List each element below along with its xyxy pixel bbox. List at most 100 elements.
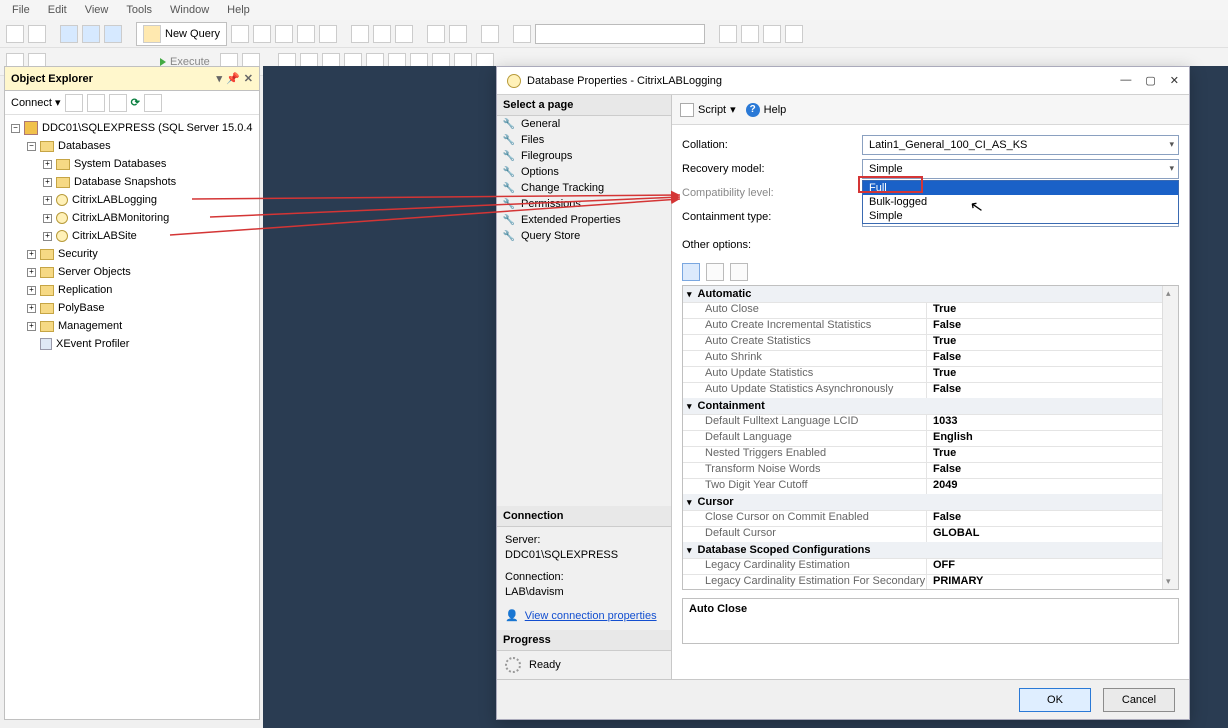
- activity-icon[interactable]: [481, 25, 499, 43]
- chevron-down-icon[interactable]: ▾: [687, 497, 692, 508]
- new-query-button[interactable]: New Query: [136, 22, 227, 46]
- expand-icon[interactable]: +: [27, 268, 36, 277]
- property-grid[interactable]: ▾Automatic Auto CloseTrue Auto Create In…: [682, 285, 1179, 590]
- prop-value[interactable]: False: [926, 463, 1162, 478]
- polybase-node[interactable]: PolyBase: [58, 302, 104, 314]
- server-node[interactable]: DDC01\SQLEXPRESS (SQL Server 15.0.4: [42, 122, 253, 134]
- filter-icon[interactable]: [109, 94, 127, 112]
- page-options[interactable]: 🔧Options: [497, 164, 671, 180]
- paste-icon[interactable]: [395, 25, 413, 43]
- win-icon[interactable]: [785, 25, 803, 43]
- prop-value[interactable]: False: [926, 319, 1162, 334]
- activity2-icon[interactable]: [144, 94, 162, 112]
- xevent-node[interactable]: XEvent Profiler: [56, 338, 129, 350]
- nav-fwd-icon[interactable]: [28, 25, 46, 43]
- prop-pages-icon[interactable]: [730, 263, 748, 281]
- mdx-icon[interactable]: [253, 25, 271, 43]
- expand-icon[interactable]: +: [27, 322, 36, 331]
- expand-icon[interactable]: +: [43, 214, 52, 223]
- expand-icon[interactable]: +: [43, 196, 52, 205]
- prop-value[interactable]: 1033: [926, 415, 1162, 430]
- prop-value[interactable]: English: [926, 431, 1162, 446]
- page-permissions[interactable]: 🔧Permissions: [497, 196, 671, 212]
- prop-value[interactable]: True: [926, 335, 1162, 350]
- open-icon[interactable]: [60, 25, 78, 43]
- serverobjects-node[interactable]: Server Objects: [58, 266, 131, 278]
- prop-value[interactable]: PRIMARY: [926, 575, 1162, 590]
- prop-value[interactable]: True: [926, 447, 1162, 462]
- page-filegroups[interactable]: 🔧Filegroups: [497, 148, 671, 164]
- db-citrixlabmonitoring[interactable]: CitrixLABMonitoring: [72, 212, 169, 224]
- case-icon[interactable]: [763, 25, 781, 43]
- recovery-option-bulklogged[interactable]: Bulk-logged: [863, 195, 1178, 209]
- cut-icon[interactable]: [351, 25, 369, 43]
- disconnect-icon[interactable]: [65, 94, 83, 112]
- snapshots-node[interactable]: Database Snapshots: [74, 176, 176, 188]
- menu-bar[interactable]: File Edit View Tools Window Help: [0, 0, 1228, 20]
- alphabetical-icon[interactable]: [706, 263, 724, 281]
- prop-value[interactable]: False: [926, 511, 1162, 526]
- expand-icon[interactable]: +: [27, 250, 36, 259]
- chevron-down-icon[interactable]: ▾: [687, 545, 692, 556]
- menu-window[interactable]: Window: [162, 2, 217, 18]
- nav-back-icon[interactable]: [6, 25, 24, 43]
- replication-node[interactable]: Replication: [58, 284, 112, 296]
- redo-icon[interactable]: [449, 25, 467, 43]
- menu-file[interactable]: File: [4, 2, 38, 18]
- close-button[interactable]: ✕: [1170, 74, 1179, 87]
- security-node[interactable]: Security: [58, 248, 98, 260]
- stop-connect-icon[interactable]: [87, 94, 105, 112]
- wrench-icon[interactable]: [741, 25, 759, 43]
- chevron-down-icon[interactable]: ▾: [687, 289, 692, 300]
- prop-value[interactable]: True: [926, 303, 1162, 318]
- collapse-icon[interactable]: −: [11, 124, 20, 133]
- xml-icon[interactable]: [231, 25, 249, 43]
- expand-icon[interactable]: +: [43, 232, 52, 241]
- minimize-button[interactable]: —: [1120, 74, 1131, 87]
- saveall-icon[interactable]: [104, 25, 122, 43]
- register-icon[interactable]: [719, 25, 737, 43]
- prop-value[interactable]: False: [926, 351, 1162, 366]
- ok-button[interactable]: OK: [1019, 688, 1091, 712]
- database-combo[interactable]: [535, 24, 705, 44]
- db-citrixlablogging[interactable]: CitrixLABLogging: [72, 194, 157, 206]
- expand-icon[interactable]: +: [27, 286, 36, 295]
- menu-help[interactable]: Help: [219, 2, 258, 18]
- xmla-icon[interactable]: [297, 25, 315, 43]
- page-change-tracking[interactable]: 🔧Change Tracking: [497, 180, 671, 196]
- script-button[interactable]: Script ▾: [680, 103, 736, 117]
- prop-value[interactable]: 2049: [926, 479, 1162, 494]
- databases-node[interactable]: Databases: [58, 140, 111, 152]
- copy-icon[interactable]: [373, 25, 391, 43]
- collapse-icon[interactable]: −: [27, 142, 36, 151]
- cancel-button[interactable]: Cancel: [1103, 688, 1175, 712]
- save-icon[interactable]: [82, 25, 100, 43]
- page-files[interactable]: 🔧Files: [497, 132, 671, 148]
- dmx-icon[interactable]: [275, 25, 293, 43]
- menu-tools[interactable]: Tools: [118, 2, 160, 18]
- pin-icon[interactable]: 📌: [226, 72, 240, 85]
- dax-icon[interactable]: [319, 25, 337, 43]
- dropdown-icon[interactable]: ▾: [217, 72, 223, 85]
- refresh-icon[interactable]: ⟳: [131, 96, 140, 109]
- page-extended-properties[interactable]: 🔧Extended Properties: [497, 212, 671, 228]
- menu-edit[interactable]: Edit: [40, 2, 75, 18]
- close-icon[interactable]: ✕: [244, 72, 253, 85]
- expand-icon[interactable]: +: [43, 178, 52, 187]
- scrollbar[interactable]: [1162, 286, 1178, 589]
- prop-value[interactable]: GLOBAL: [926, 527, 1162, 542]
- object-tree[interactable]: −DDC01\SQLEXPRESS (SQL Server 15.0.4 −Da…: [5, 115, 259, 357]
- collation-select[interactable]: Latin1_General_100_CI_AS_KS: [862, 135, 1179, 155]
- db-citrixlabsite[interactable]: CitrixLABSite: [72, 230, 137, 242]
- management-node[interactable]: Management: [58, 320, 122, 332]
- recovery-dropdown[interactable]: Full Bulk-logged Simple: [862, 180, 1179, 224]
- maximize-button[interactable]: ▢: [1145, 74, 1155, 87]
- categorized-icon[interactable]: [682, 263, 700, 281]
- chevron-down-icon[interactable]: ▾: [687, 401, 692, 412]
- connect-dropdown[interactable]: Connect ▾: [11, 96, 61, 109]
- prop-value[interactable]: False: [926, 383, 1162, 398]
- help-button[interactable]: ?Help: [746, 103, 787, 117]
- prop-value[interactable]: OFF: [926, 559, 1162, 574]
- recovery-select[interactable]: Simple: [862, 159, 1179, 179]
- undo-icon[interactable]: [427, 25, 445, 43]
